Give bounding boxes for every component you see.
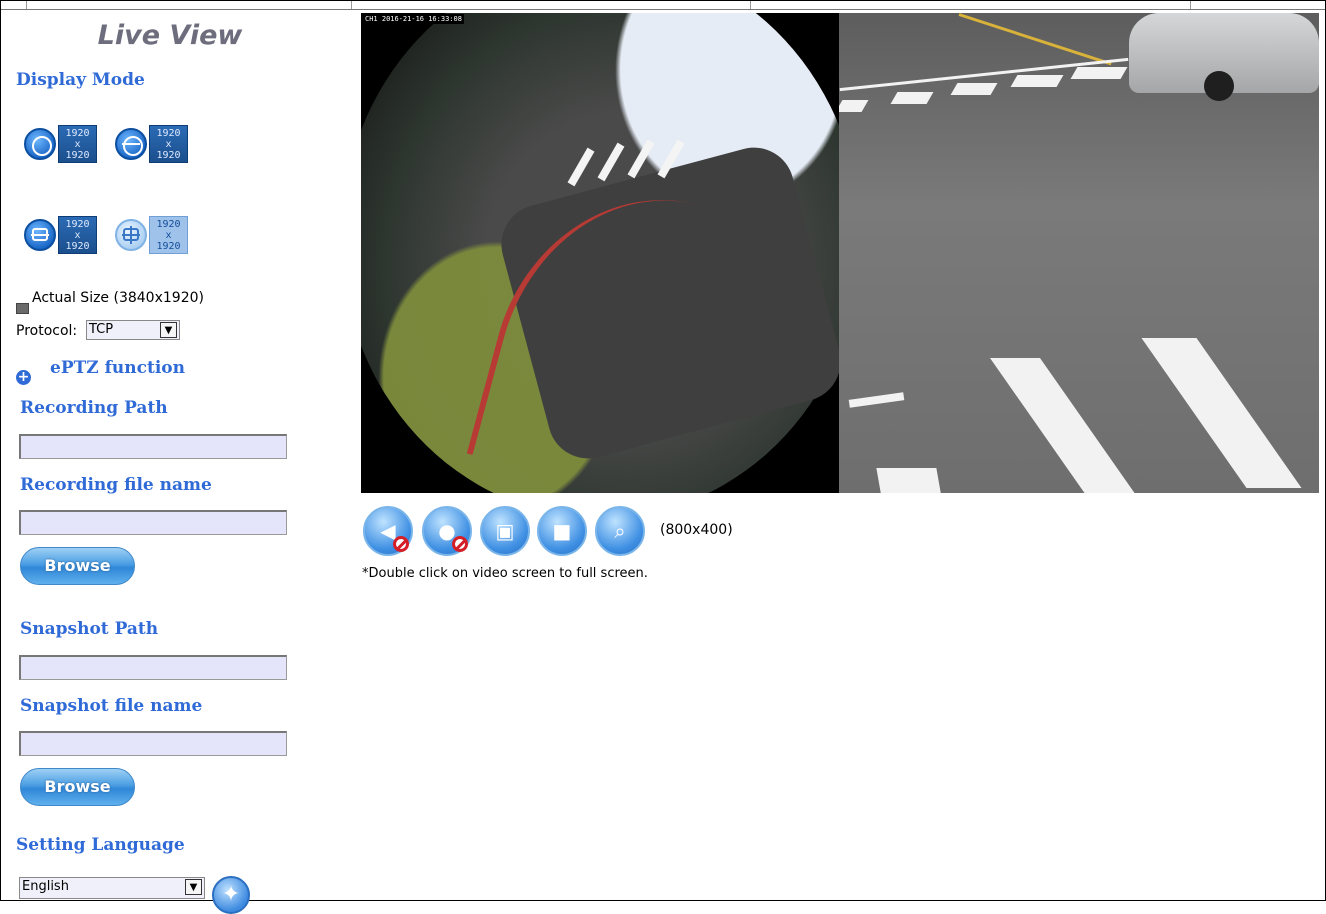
snapshot-browse-button[interactable]: Browse — [20, 768, 135, 806]
microphone-mute-icon[interactable]: ● — [422, 506, 472, 556]
chevron-down-icon: ▼ — [160, 322, 177, 338]
fisheye-circle-icon — [24, 128, 56, 160]
plus-circle-icon[interactable]: + — [16, 370, 31, 385]
recording-path-input[interactable] — [19, 434, 287, 459]
panorama-quad-icon — [24, 219, 56, 251]
snapshot-path-heading: Snapshot Path — [20, 619, 159, 639]
recording-browse-button[interactable]: Browse — [20, 547, 135, 585]
actual-size-label: Actual Size (3840x1920) — [32, 290, 204, 306]
video-resolution-label: (800x400) — [660, 522, 733, 538]
speaker-mute-icon[interactable]: ◀ — [363, 506, 413, 556]
display-mode-panorama-quad[interactable]: 1920 x 1920 — [24, 216, 97, 254]
fullscreen-hint: *Double click on video screen to full sc… — [362, 566, 648, 581]
panorama-split-icon — [115, 128, 147, 160]
recording-file-heading: Recording file name — [20, 475, 212, 495]
language-select[interactable]: English ▼ — [19, 877, 205, 899]
protocol-value: TCP — [89, 322, 114, 337]
display-mode-heading: Display Mode — [16, 70, 145, 90]
snapshot-file-input[interactable] — [19, 731, 287, 756]
video-timestamp: CH1 2016-21-16 16:33:08 — [363, 14, 464, 24]
snapshot-camera-icon[interactable]: ▣ — [480, 506, 530, 556]
resolution-badge: 1920 x 1920 — [149, 125, 188, 163]
eptz-function-link[interactable]: ePTZ function — [50, 358, 185, 378]
resolution-badge: 1920 x 1920 — [58, 125, 97, 163]
zoom-icon[interactable]: ⌕ — [595, 506, 645, 556]
display-mode-fisheye[interactable]: 1920 x 1920 — [24, 125, 97, 163]
street-view — [839, 13, 1319, 493]
grid-quad-icon — [115, 219, 147, 251]
parked-car — [1129, 13, 1319, 101]
page-title: Live View — [97, 20, 243, 51]
recording-path-heading: Recording Path — [20, 398, 168, 418]
display-mode-quad[interactable]: 1920 x 1920 — [115, 216, 188, 254]
snapshot-path-input[interactable] — [19, 655, 287, 680]
language-heading: Setting Language — [16, 835, 185, 855]
language-value: English — [22, 879, 69, 894]
resolution-badge: 1920 x 1920 — [149, 216, 188, 254]
sidebar: Live View Display Mode 1920 x 1920 1920 x 19… — [0, 10, 345, 914]
actual-size-checkbox[interactable] — [16, 303, 29, 314]
snapshot-file-heading: Snapshot file name — [20, 696, 203, 716]
recording-file-input[interactable] — [19, 510, 287, 535]
protocol-select[interactable]: TCP ▼ — [86, 320, 180, 340]
fisheye-view: CH1 2016-21-16 16:33:08 — [361, 13, 839, 493]
display-mode-panorama[interactable]: 1920 x 1920 — [115, 125, 188, 163]
record-video-icon[interactable]: ■ — [537, 506, 587, 556]
video-screen[interactable]: CH1 2016-21-16 16:33:08 — [361, 13, 1319, 493]
chevron-down-icon: ▼ — [185, 879, 202, 895]
language-apply-icon[interactable]: ✦ — [212, 876, 250, 914]
resolution-badge: 1920 x 1920 — [58, 216, 97, 254]
protocol-label: Protocol: — [16, 323, 78, 339]
